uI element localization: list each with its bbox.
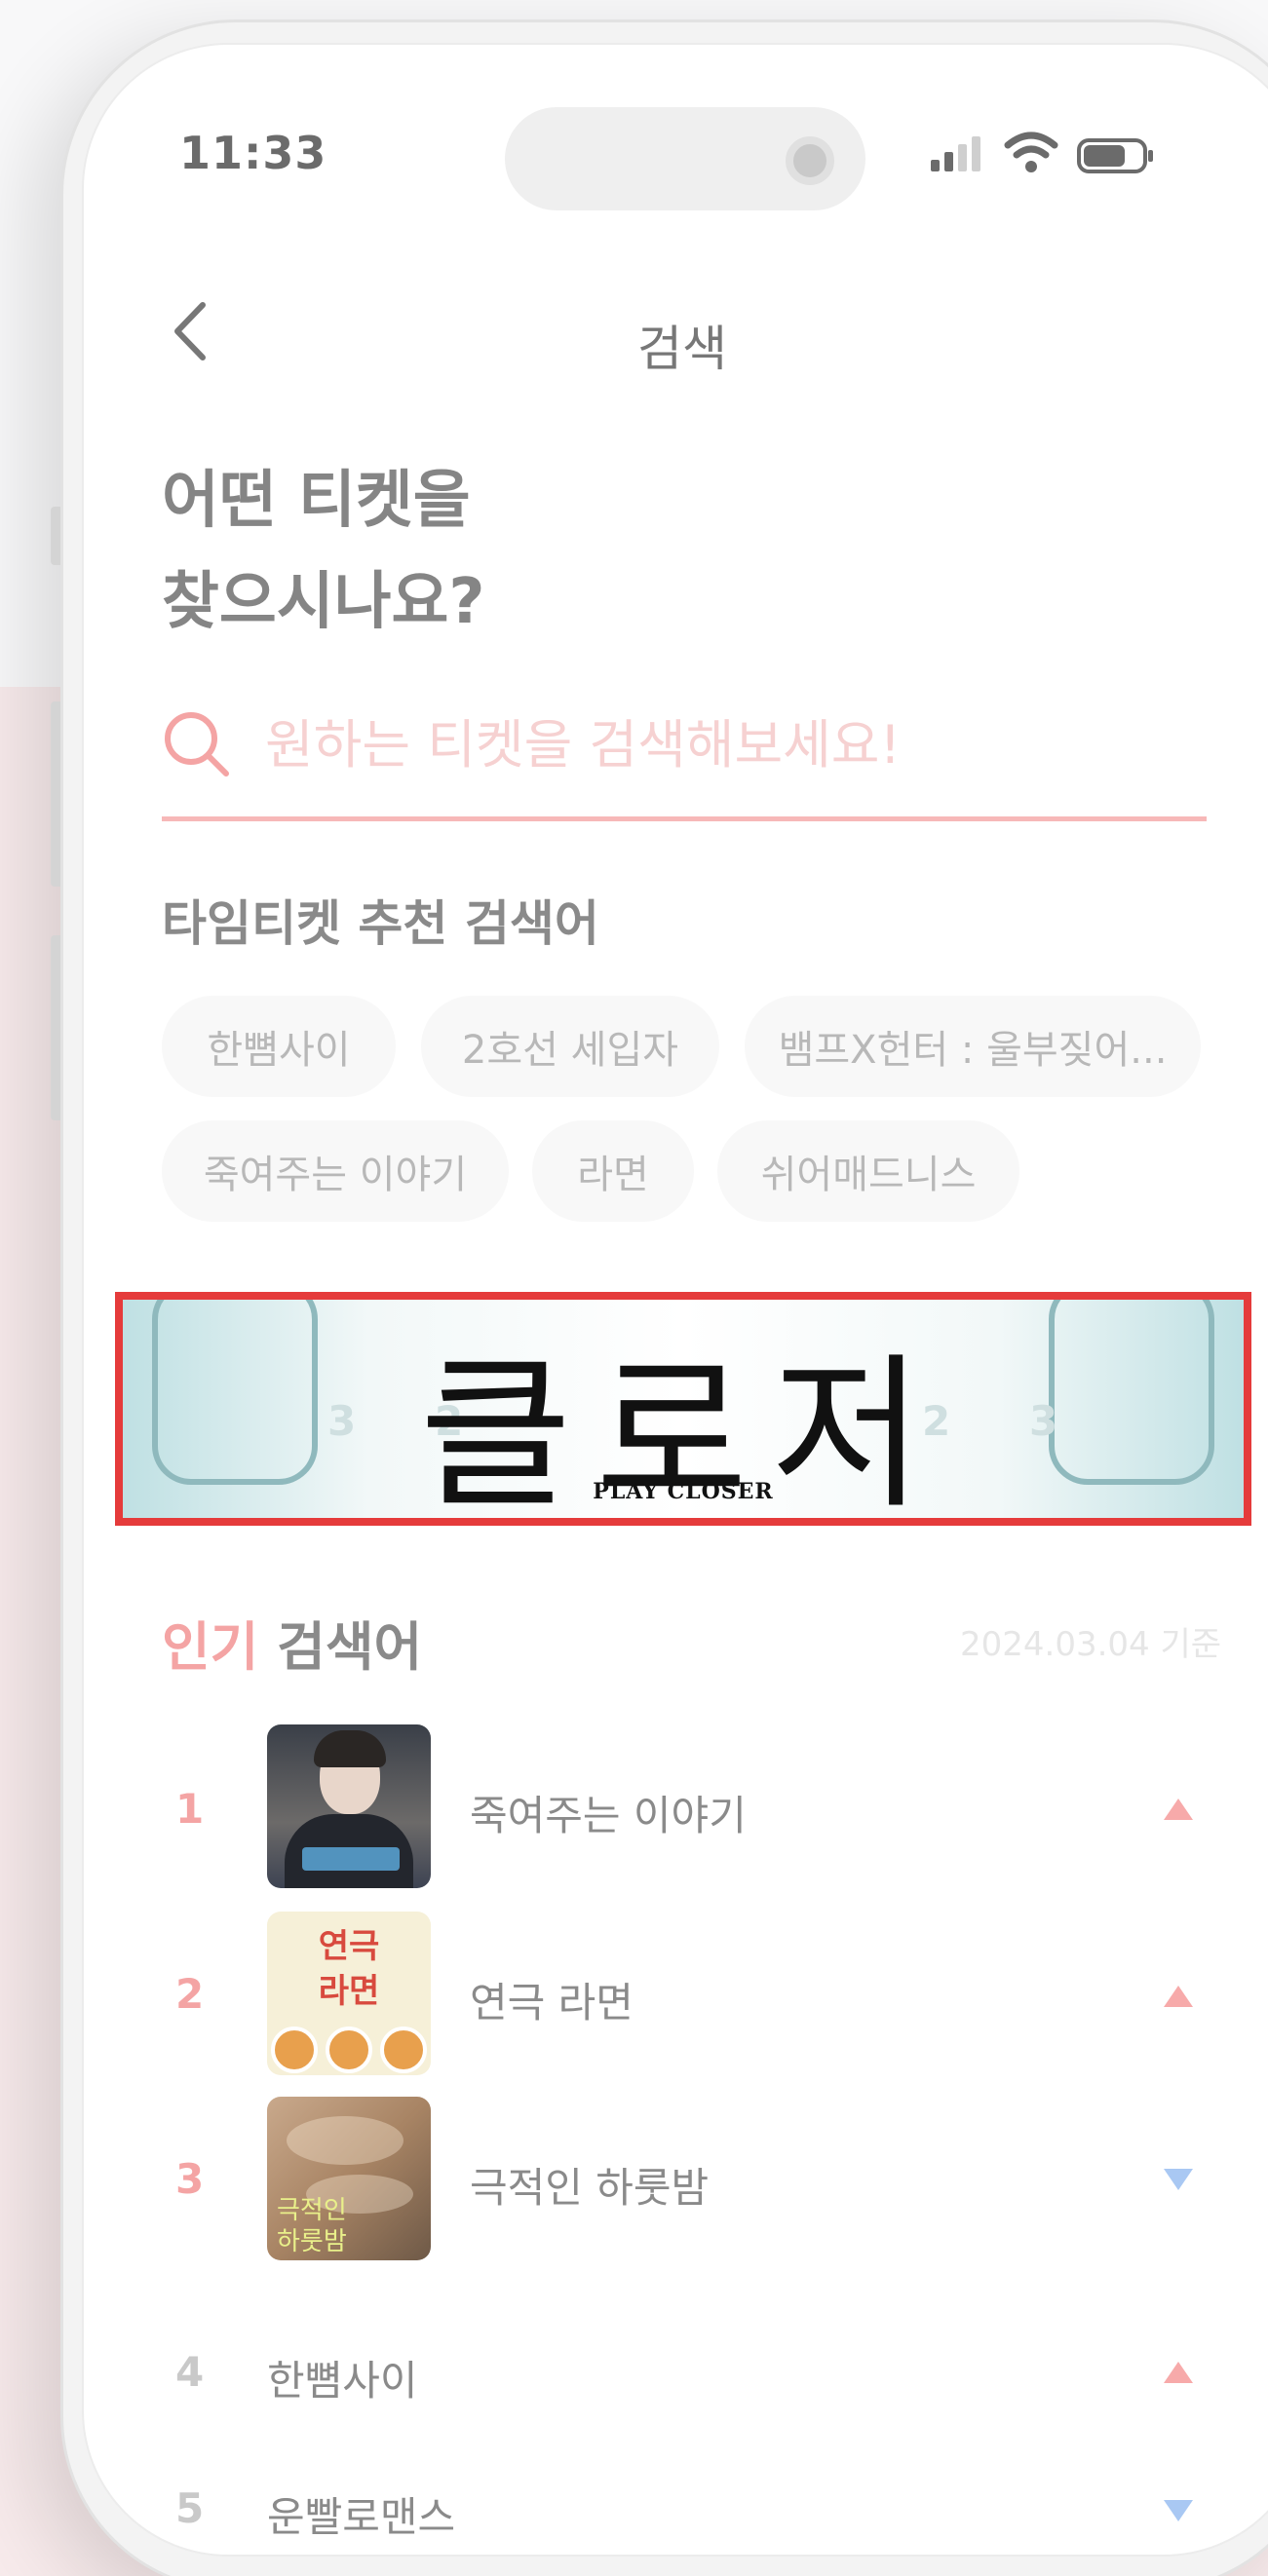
closer-banner[interactable]: 3 2 2 3 클로저 PLAY CLOSER [115,1292,1251,1526]
popular-title: 인기 검색어 [162,1604,422,1681]
trend-up-icon [1164,1799,1193,1820]
poster-thumbnail[interactable] [267,1724,431,1888]
recommended-title: 타임티켓 추천 검색어 [162,895,599,952]
trend-down-icon [1164,2500,1193,2521]
poster-thumbnail[interactable]: 극적인 하룻밤 [267,2097,431,2260]
heading-line-1: 어떤 티켓을 [162,465,471,537]
trend-up-icon [1164,1986,1193,2007]
rank-title[interactable]: 죽여주는 이야기 [470,1783,747,1842]
battery-icon [1077,138,1153,173]
search-input[interactable] [265,705,1181,783]
rank-number: 1 [175,1785,205,1833]
poster-text: 연극 [318,1927,380,1966]
recommended-chip[interactable]: 2호선 세입자 [421,996,719,1097]
search-underline [162,816,1207,821]
search-heading: 어떤 티켓을 찾으시나요? [162,450,485,653]
recommended-chip[interactable]: 죽여주는 이야기 [162,1120,509,1222]
rank-number: 3 [175,2155,205,2203]
rank-number: 2 [175,1970,205,2018]
recommended-chip[interactable]: 뱀프X헌터 : 울부짖어... [745,996,1201,1097]
recommended-chip[interactable]: 라면 [532,1120,694,1222]
recommended-chip[interactable]: 쉬어매드니스 [717,1120,1019,1222]
camera-icon [786,136,834,185]
status-time: 11:33 [179,127,327,179]
recommended-chip[interactable]: 한뼘사이 [162,996,396,1097]
heading-line-2: 찾으시나요? [162,566,485,638]
page-title: 검색 [637,321,727,377]
poster-text: 라면 [318,1972,380,2011]
rank-number: 5 [175,2484,205,2532]
poster-thumbnail[interactable]: 연극 라면 [267,1912,431,2075]
search-icon[interactable] [162,709,232,779]
rank-title[interactable]: 극적인 하룻밤 [470,2155,709,2215]
trend-up-icon [1164,2362,1193,2383]
rank-title[interactable]: 연극 라면 [470,1970,634,2029]
poster-text: 하룻밤 [277,2227,347,2256]
rank-title[interactable]: 한뼘사이 [267,2348,418,2407]
rank-number: 4 [175,2348,205,2396]
wifi-icon [1004,132,1058,172]
banner-subtitle: PLAY CLOSER [593,1479,774,1504]
popular-date: 2024.03.04 기준 [960,1625,1222,1664]
popular-title-rest: 검색어 [258,1616,423,1678]
rank-title[interactable]: 운빨로맨스 [267,2484,455,2544]
popular-title-accent: 인기 [162,1616,259,1678]
trend-down-icon [1164,2169,1193,2190]
